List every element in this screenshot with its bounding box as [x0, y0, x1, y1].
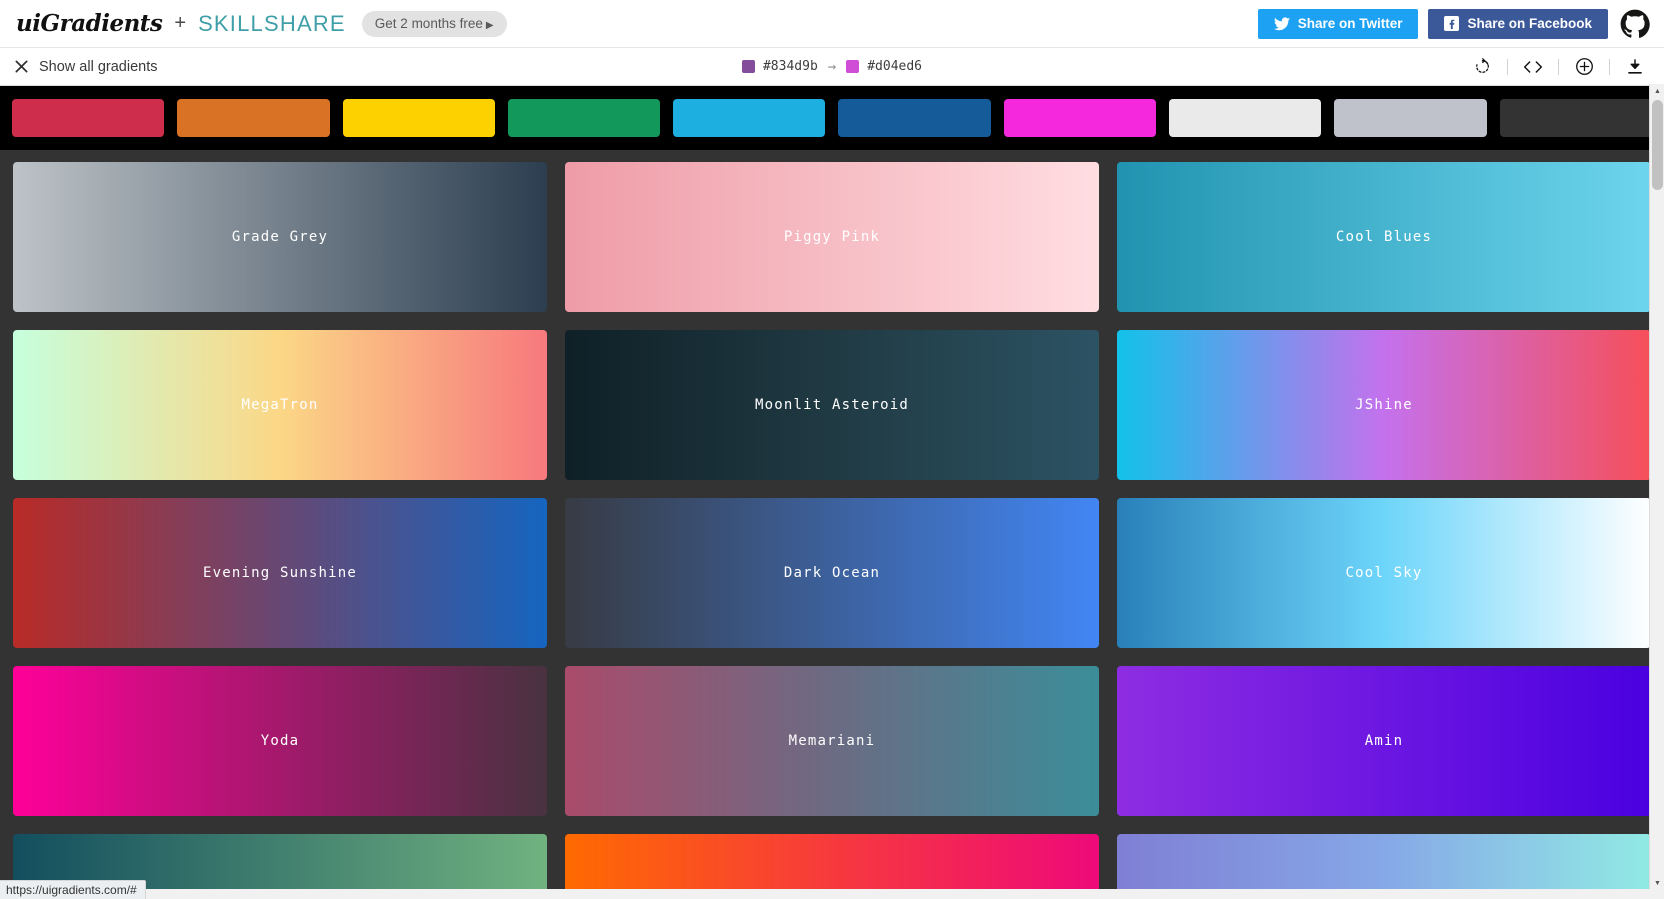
gradient-card[interactable]: Memariani — [565, 666, 1099, 816]
show-all-gradients-button[interactable]: Show all gradients — [14, 59, 158, 75]
color-swatch-9[interactable] — [1334, 99, 1487, 137]
gradient-card[interactable]: MegaTron — [13, 330, 547, 480]
color-swatch-7[interactable] — [1003, 99, 1157, 137]
gradient-card-title: MegaTron — [241, 397, 319, 413]
gradient-card-title: Piggy Pink — [783, 229, 881, 245]
gradient-card-title: JShine — [1355, 397, 1413, 413]
skillshare-brand[interactable]: SKILLSHARE — [198, 11, 346, 37]
gradient-card[interactable]: Piggy Pink — [565, 162, 1099, 312]
color-swatch-6[interactable] — [838, 99, 991, 137]
hex-start-swatch[interactable] — [741, 60, 755, 73]
refresh-icon[interactable] — [1465, 54, 1499, 80]
topbar-actions: Share on Twitter Share on Facebook — [1257, 8, 1650, 39]
promo-button[interactable]: Get 2 months free ▶ — [361, 10, 507, 37]
gradient-card-title: Cool Sky — [1345, 565, 1423, 581]
hex-end-value[interactable]: #d04ed6 — [867, 59, 922, 74]
twitter-icon — [1273, 16, 1290, 31]
scroll-up-arrow-icon[interactable]: ▲ — [1650, 84, 1664, 99]
browser-bottom-strip — [0, 889, 1664, 899]
toolbar-icon-group — [1465, 54, 1652, 80]
current-gradient-hex-group: #834d9b → #d04ed6 — [741, 58, 922, 75]
gradient-card[interactable]: Amin — [1117, 666, 1651, 816]
top-promo-bar: uiGradients + SKILLSHARE Get 2 months fr… — [0, 0, 1664, 48]
github-icon[interactable] — [1620, 9, 1650, 39]
twitter-share-label: Share on Twitter — [1297, 16, 1403, 31]
color-swatch-strip — [0, 86, 1664, 150]
color-swatch-1[interactable] — [12, 99, 165, 137]
close-icon — [14, 59, 29, 74]
color-swatch-10[interactable] — [1499, 99, 1652, 137]
gradient-card-title: Amin — [1364, 733, 1404, 749]
promo-caret-icon: ▶ — [485, 19, 494, 31]
color-swatch-3[interactable] — [342, 99, 495, 137]
color-swatch-2[interactable] — [177, 99, 330, 137]
code-icon[interactable] — [1516, 54, 1550, 80]
scrollbar-thumb[interactable] — [1652, 100, 1663, 190]
gradient-card-title: Evening Sunshine — [202, 565, 358, 581]
gradient-card[interactable]: Grade Grey — [13, 162, 547, 312]
share-on-facebook-button[interactable]: Share on Facebook — [1428, 8, 1608, 39]
color-swatch-5[interactable] — [673, 99, 826, 137]
gradient-card[interactable]: Evening Sunshine — [13, 498, 547, 648]
hex-start-value[interactable]: #834d9b — [763, 59, 818, 74]
toolbar-divider — [1609, 58, 1610, 75]
gradient-grid-container: Grade Grey Piggy Pink Cool Blues MegaTron Mo… — [0, 150, 1664, 899]
gradient-card[interactable]: Cool Blues — [1117, 162, 1651, 312]
gradient-card-title: Cool Blues — [1335, 229, 1433, 245]
color-swatch-4[interactable] — [507, 99, 661, 137]
hex-end-swatch[interactable] — [846, 60, 860, 73]
gradient-grid: Grade Grey Piggy Pink Cool Blues MegaTron Mo… — [0, 150, 1664, 899]
gradient-card-title: Moonlit Asteroid — [754, 397, 910, 413]
hex-arrow-icon: → — [827, 58, 837, 75]
gradient-card[interactable]: Dark Ocean — [565, 498, 1099, 648]
brand-group: uiGradients + SKILLSHARE Get 2 months fr… — [16, 10, 507, 37]
uigradients-logo[interactable]: uiGradients — [16, 10, 163, 37]
gradient-card-title: Dark Ocean — [783, 565, 881, 581]
gradient-card[interactable]: Yoda — [13, 666, 547, 816]
toolbar-divider — [1558, 58, 1559, 75]
gradient-card[interactable]: JShine — [1117, 330, 1651, 480]
plus-separator: + — [174, 12, 187, 34]
gradient-toolbar: Show all gradients #834d9b → #d04ed6 — [0, 48, 1664, 86]
vertical-scrollbar[interactable]: ▲ ▼ — [1649, 84, 1664, 891]
gradient-card-title: Memariani — [788, 733, 876, 749]
facebook-icon — [1444, 16, 1460, 31]
download-icon[interactable] — [1618, 54, 1652, 80]
status-bar-url: https://uigradients.com/# — [0, 880, 146, 899]
gradient-card-title: Grade Grey — [231, 229, 329, 245]
share-on-twitter-button[interactable]: Share on Twitter — [1257, 8, 1419, 39]
promo-label: Get 2 months free — [374, 15, 483, 31]
add-icon[interactable] — [1567, 54, 1601, 80]
gradient-card[interactable]: Cool Sky — [1117, 498, 1651, 648]
color-swatch-8[interactable] — [1169, 99, 1322, 137]
gradient-card[interactable]: Moonlit Asteroid — [565, 330, 1099, 480]
toolbar-divider — [1507, 58, 1508, 75]
facebook-share-label: Share on Facebook — [1467, 16, 1592, 31]
show-all-gradients-label: Show all gradients — [39, 58, 158, 75]
gradient-card-title: Yoda — [260, 733, 300, 749]
